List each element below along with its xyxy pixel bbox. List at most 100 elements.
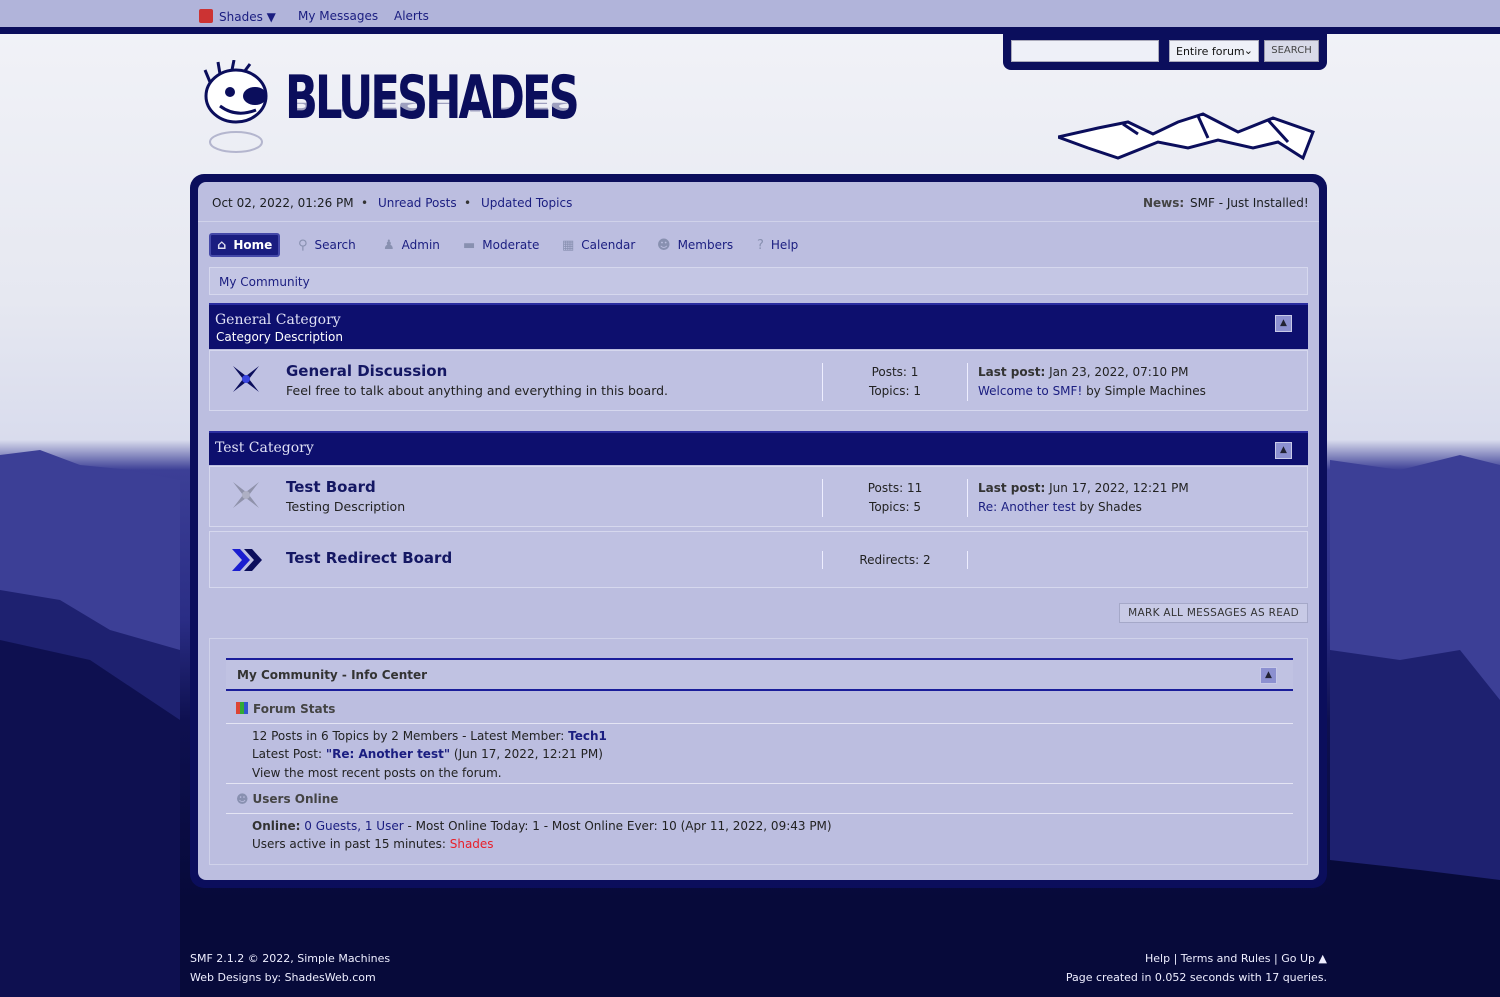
category-title[interactable]: Test Category: [215, 440, 314, 456]
moderate-icon: ▬: [463, 237, 476, 253]
mountain-icon: [1058, 112, 1315, 161]
board-row: General Discussion Feel free to talk abo…: [209, 350, 1308, 411]
my-messages-link[interactable]: My Messages: [298, 9, 378, 23]
board-posts-count: Posts: 1: [871, 365, 919, 379]
board-row: Test Redirect Board Redirects: 2: [209, 531, 1308, 588]
nav-admin[interactable]: ♟ Admin: [383, 233, 440, 257]
collapse-info-center-button[interactable]: ▲: [1260, 667, 1277, 684]
stats-line: 12 Posts in 6 Topics by 2 Members - Late…: [252, 729, 607, 743]
online-guests-link[interactable]: 0 Guests, 1 User: [300, 819, 403, 833]
board-stats: Posts: 1 Topics: 1: [822, 363, 968, 401]
active-users-label: Users active in past 15 minutes:: [252, 837, 450, 851]
members-icon: ☻: [657, 237, 671, 253]
collapse-category-button[interactable]: ▲: [1275, 442, 1292, 459]
search-input[interactable]: [1011, 40, 1159, 62]
top-user-bar: Shades ▼ My Messages Alerts: [0, 0, 1500, 34]
nav-search[interactable]: ⚲ Search: [298, 233, 356, 257]
user-menu[interactable]: Shades ▼: [199, 9, 276, 24]
upper-section: Oct 02, 2022, 01:26 PM • Unread Posts • …: [198, 182, 1319, 222]
search-button[interactable]: SEARCH: [1264, 40, 1319, 62]
nav-help[interactable]: ? Help: [757, 233, 798, 257]
latest-member-link[interactable]: Tech1: [568, 729, 607, 743]
footer-copyright[interactable]: SMF 2.1.2 © 2022, Simple Machines: [190, 952, 390, 965]
separator-dot: •: [361, 196, 369, 210]
nav-members-label: Members: [677, 238, 734, 252]
board-posts-count: Posts: 11: [867, 481, 923, 495]
board-redirects-count: Redirects: 2: [859, 553, 931, 567]
chevron-down-icon: ⌄: [1243, 44, 1253, 57]
latest-post-link[interactable]: "Re: Another test": [326, 747, 450, 761]
redirect-arrows-icon: [232, 549, 262, 571]
nav-calendar[interactable]: ▦ Calendar: [562, 233, 635, 257]
board-name[interactable]: Test Board: [286, 478, 376, 496]
board-description: Feel free to talk about anything and eve…: [286, 383, 669, 398]
last-post-author: by Shades: [1075, 500, 1142, 514]
recent-posts-link[interactable]: View the most recent posts on the forum.: [252, 766, 502, 780]
forum-stats-title: Forum Stats: [236, 702, 335, 716]
latest-post-date: (Jun 17, 2022, 12:21 PM): [450, 747, 603, 761]
logo-text: BLUESHADES: [285, 63, 580, 133]
unread-posts-link[interactable]: Unread Posts: [378, 196, 457, 210]
footer-page-stats: Page created in 0.052 seconds with 17 qu…: [1065, 971, 1327, 984]
last-post-date: Jan 23, 2022, 07:10 PM: [1045, 365, 1189, 379]
active-users-line: Users active in past 15 minutes: Shades: [252, 837, 494, 851]
breadcrumb-home-link[interactable]: My Community: [219, 275, 310, 289]
home-icon: ⌂: [217, 237, 227, 253]
nav-home[interactable]: ⌂ Home: [209, 233, 281, 257]
board-name[interactable]: Test Redirect Board: [286, 549, 452, 567]
separator-dot: •: [464, 196, 472, 210]
footer-links: Help | Terms and Rules | Go Up ▲: [1145, 952, 1327, 965]
board-name[interactable]: General Discussion: [286, 362, 447, 380]
nav-moderate[interactable]: ▬ Moderate: [463, 233, 539, 257]
search-scope-select[interactable]: Entire forum ⌄: [1169, 40, 1259, 62]
category-title[interactable]: General Category: [215, 312, 341, 328]
latest-post-line: Latest Post: "Re: Another test" (Jun 17,…: [252, 747, 603, 761]
calendar-icon: ▦: [562, 237, 575, 253]
board-redirects: Redirects: 2: [822, 551, 968, 569]
footer-help-link[interactable]: Help: [1145, 952, 1170, 965]
online-stats: - Most Online Today: 1 - Most Online Eve…: [403, 819, 832, 833]
main-frame: Oct 02, 2022, 01:26 PM • Unread Posts • …: [190, 174, 1327, 888]
board-description: Testing Description: [286, 499, 406, 514]
search-panel: Entire forum ⌄ SEARCH: [1003, 34, 1327, 70]
nav-members[interactable]: ☻ Members: [657, 233, 733, 257]
chevron-up-icon: ▲: [1280, 318, 1287, 328]
footer-terms-link[interactable]: Terms and Rules: [1181, 952, 1271, 965]
news-text: SMF - Just Installed!: [1190, 196, 1309, 210]
board-new-posts-icon: [233, 366, 259, 392]
alerts-link[interactable]: Alerts: [394, 9, 429, 23]
online-line: Online: 0 Guests, 1 User - Most Online T…: [252, 819, 832, 833]
nav-admin-label: Admin: [401, 238, 440, 252]
nav-moderate-label: Moderate: [482, 238, 540, 252]
users-online-label: Users Online: [252, 792, 339, 806]
mark-all-read-button[interactable]: MARK ALL MESSAGES AS READ: [1119, 603, 1308, 623]
collapse-category-button[interactable]: ▲: [1275, 315, 1292, 332]
stats-chart-icon: [236, 702, 248, 714]
board-stats: Posts: 11 Topics: 5: [822, 479, 968, 517]
divider: [226, 783, 1293, 784]
last-post-topic-link[interactable]: Welcome to SMF!: [978, 384, 1082, 398]
board-last-post: Last post: Jan 23, 2022, 07:10 PM Welcom…: [978, 363, 1206, 401]
info-center-title: My Community - Info Center: [237, 668, 428, 682]
category-description: Category Description: [216, 330, 343, 344]
last-post-label: Last post:: [978, 481, 1046, 495]
updated-topics-link[interactable]: Updated Topics: [481, 196, 572, 210]
nav-help-label: Help: [770, 238, 799, 252]
current-datetime: Oct 02, 2022, 01:26 PM: [212, 196, 354, 210]
board-topics-count: Topics: 1: [869, 384, 921, 398]
footer-designer[interactable]: Web Designs by: ShadesWeb.com: [190, 971, 376, 984]
latest-post-label: Latest Post:: [252, 747, 326, 761]
board-row: Test Board Testing Description Posts: 11…: [209, 466, 1308, 527]
stats-summary: 12 Posts in 6 Topics by 2 Members - Late…: [252, 729, 569, 743]
news-label: News:: [1143, 196, 1185, 210]
divider: [226, 813, 1293, 814]
logo-mascot-icon: [203, 60, 268, 153]
chevron-up-icon: ▲: [1265, 670, 1272, 680]
go-up-link[interactable]: Go Up ▲: [1281, 952, 1327, 965]
chevron-up-icon: ▲: [1280, 445, 1287, 455]
users-icon: ☻: [236, 792, 249, 806]
divider: [226, 723, 1293, 724]
active-user-link[interactable]: Shades: [450, 837, 494, 851]
last-post-topic-link[interactable]: Re: Another test: [978, 500, 1076, 514]
admin-icon: ♟: [383, 237, 395, 253]
